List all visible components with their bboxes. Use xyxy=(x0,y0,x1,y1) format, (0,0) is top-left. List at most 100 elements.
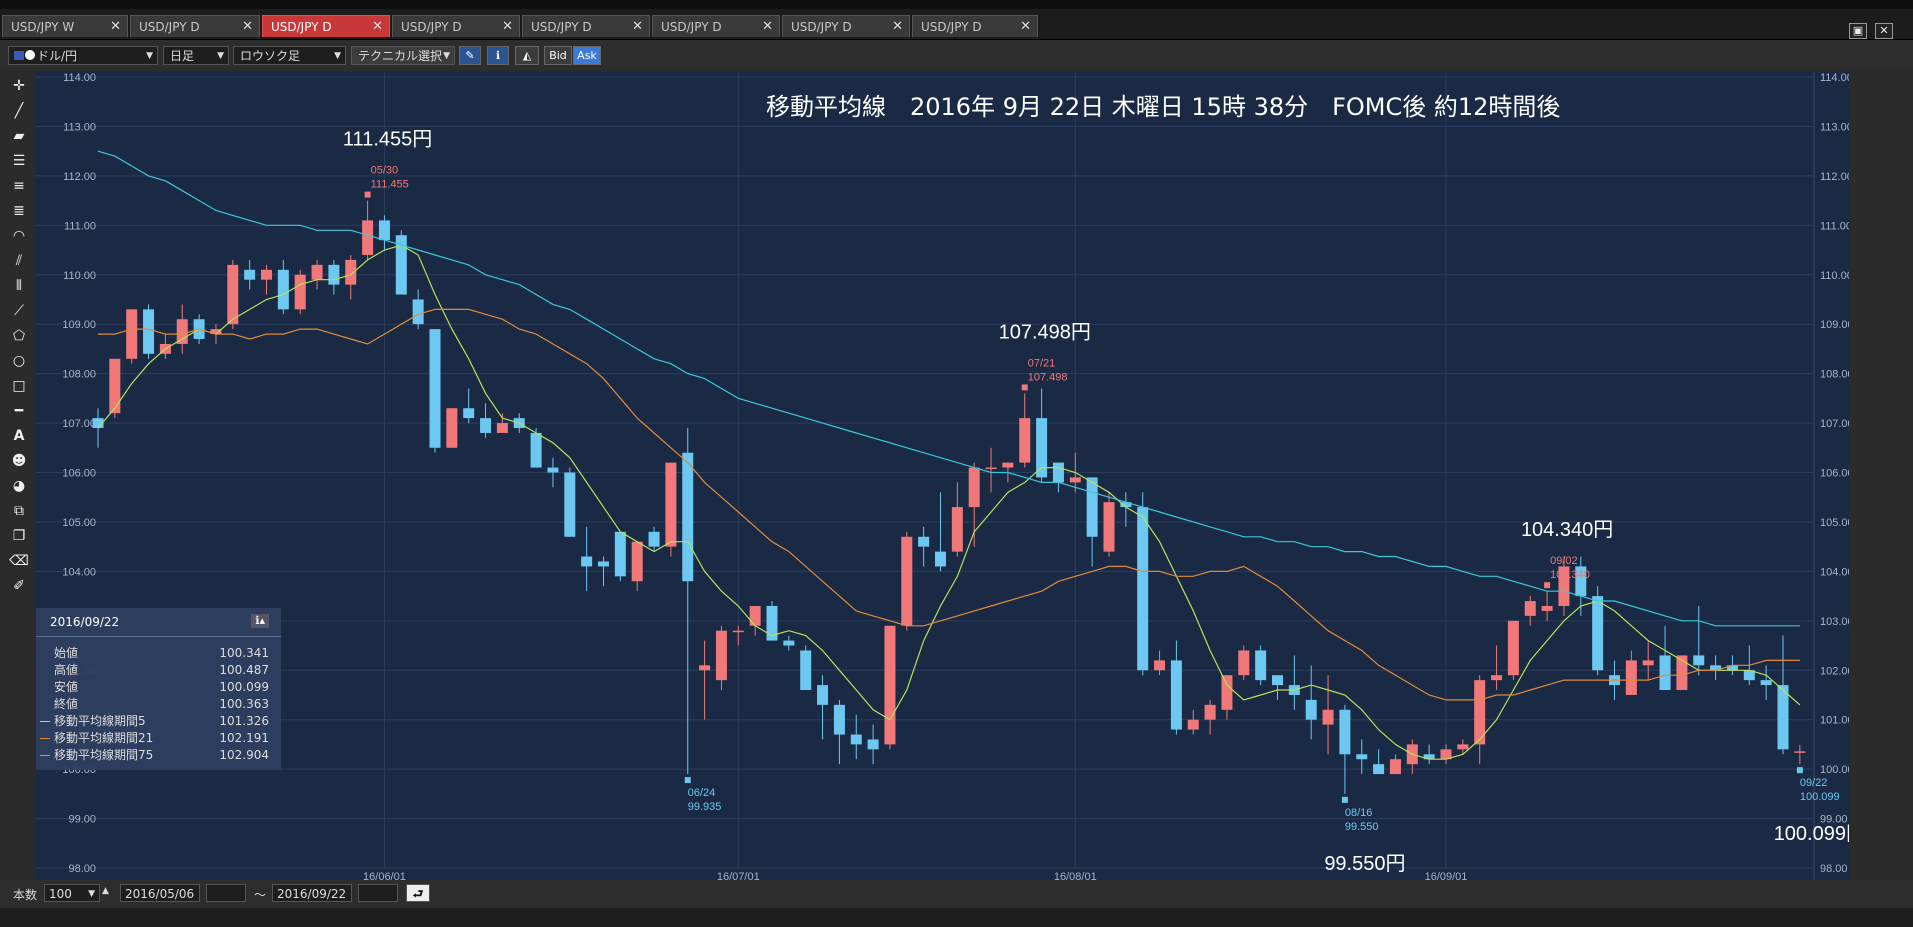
candle-up xyxy=(951,507,963,552)
close-icon[interactable]: ✕ xyxy=(762,16,773,38)
ask-button[interactable]: Ask xyxy=(573,46,601,65)
y-tick-label-right: 105.00 xyxy=(1820,517,1849,529)
candle-up xyxy=(446,408,458,448)
extreme-value-label: 111.455 xyxy=(371,179,409,191)
gann-icon[interactable]: ⟋ xyxy=(9,301,29,321)
trendline-icon[interactable]: ╱ xyxy=(9,101,29,121)
data-row-open: 始値 100.341 xyxy=(36,645,281,662)
close-icon[interactable]: ✕ xyxy=(502,16,513,38)
chart-tab[interactable]: USD/JPY D ✕ xyxy=(130,15,260,37)
candle-down xyxy=(817,685,829,705)
candle-down xyxy=(648,531,660,547)
chart-tab[interactable]: USD/JPY D ✕ xyxy=(522,15,650,37)
fan-icon[interactable]: ⫽ xyxy=(9,251,29,271)
candle-up xyxy=(715,630,727,681)
horizontal-line-icon[interactable]: ☰ xyxy=(9,151,29,171)
start-time-field[interactable] xyxy=(206,884,246,902)
close-window-icon[interactable]: ✕ xyxy=(1875,23,1893,39)
end-date-value: 2016/09/22 xyxy=(277,887,347,901)
chart-title: 移動平均線 2016年 9月 22日 木曜日 15時 38分 FOMC後 約12… xyxy=(766,93,1560,121)
chevron-down-icon[interactable]: ▼ xyxy=(88,885,95,903)
close-icon[interactable]: ✕ xyxy=(632,16,643,38)
line-icon[interactable]: ━ xyxy=(9,401,29,421)
bid-button[interactable]: Bid xyxy=(544,46,572,65)
layers-icon[interactable]: ❐ xyxy=(9,526,29,546)
tab-label: USD/JPY D xyxy=(139,20,200,34)
y-tick-label-right: 111.00 xyxy=(1820,220,1849,232)
chart-tab[interactable]: USD/JPY D ✕ xyxy=(912,15,1038,37)
candle-down xyxy=(1777,685,1789,750)
extreme-date-label: 09/02 xyxy=(1550,555,1578,567)
candle-up xyxy=(496,423,508,433)
eraser-icon[interactable]: ⌫ xyxy=(9,551,29,571)
chart-svg: 114.00 114.00 113.00 113.00 112.00 112.00 111.… xyxy=(36,72,1866,883)
candle-up xyxy=(1794,751,1806,753)
price-chart[interactable]: 114.00 114.00 113.00 113.00 112.00 112.00 111.… xyxy=(36,72,1866,883)
info-icon[interactable]: ℹ xyxy=(487,46,509,65)
y-tick-label-left: 104.00 xyxy=(62,566,96,578)
extreme-marker xyxy=(1796,767,1803,774)
end-date-field[interactable]: 2016/09/22 xyxy=(272,884,352,902)
maximize-icon[interactable]: ▣ xyxy=(1849,23,1867,39)
candle-down xyxy=(850,734,862,745)
close-icon[interactable]: ✕ xyxy=(1020,16,1031,38)
y-tick-label-left: 110.00 xyxy=(63,270,96,282)
candle-down xyxy=(867,739,879,750)
chart-tab-active[interactable]: USD/JPY D ✕ xyxy=(262,15,390,37)
technical-select[interactable]: テクニカル選択 ▼ xyxy=(351,46,455,65)
return-icon[interactable]: ⮐ xyxy=(406,884,430,902)
timeframe-select[interactable]: 日足 ▼ xyxy=(163,46,229,65)
candle-up xyxy=(1322,709,1334,725)
extreme-value-label: 99.935 xyxy=(688,801,722,813)
close-icon[interactable]: ✕ xyxy=(892,16,903,38)
candle-up xyxy=(749,605,761,626)
extreme-price-callout: 99.550円 xyxy=(1324,853,1405,875)
end-time-field[interactable] xyxy=(358,884,398,902)
candle-up xyxy=(884,625,896,745)
extreme-value-label: 99.550 xyxy=(1345,821,1379,833)
extreme-date-label: 09/22 xyxy=(1800,777,1828,789)
candle-down xyxy=(1052,462,1064,483)
vertical-lines-icon[interactable]: ⦀ xyxy=(9,276,29,296)
chart-tab[interactable]: USD/JPY W ✕ xyxy=(2,15,128,37)
chart-tab[interactable]: USD/JPY D ✕ xyxy=(652,15,780,37)
fibonacci-arc-icon[interactable]: ◠ xyxy=(9,226,29,246)
y-tick-label-left: 111.00 xyxy=(64,220,96,232)
close-icon[interactable]: ✕ xyxy=(372,16,383,38)
currency-pair-select[interactable]: ドル/円 ▼ xyxy=(8,46,158,65)
close-icon[interactable]: ✕ xyxy=(242,16,253,38)
pentagon-icon[interactable]: ⬠ xyxy=(9,326,29,346)
spin-up-icon[interactable]: ▲ xyxy=(102,886,109,896)
channel-icon[interactable]: ≣ xyxy=(9,201,29,221)
candle-up xyxy=(126,309,138,359)
delete-all-icon[interactable]: ✐ xyxy=(9,576,29,596)
candle-down xyxy=(935,551,946,567)
emoji-icon[interactable]: ☻ xyxy=(9,451,29,471)
chart-tab[interactable]: USD/JPY D ✕ xyxy=(782,15,910,37)
range-tilde: 〜 xyxy=(254,888,267,902)
text-tool-icon[interactable]: A xyxy=(9,426,29,446)
chart-type-select[interactable]: ロウソク足 ▼ xyxy=(233,46,346,65)
ruler-icon[interactable]: ▰ xyxy=(9,126,29,146)
rectangle-icon[interactable]: □ xyxy=(9,376,29,396)
x-tick-label: 16/07/01 xyxy=(717,871,760,880)
range-bar: 本数 100 ▼ ▲ 2016/05/06 〜 2016/09/22 ⮐ xyxy=(0,880,1913,908)
candle-down xyxy=(1693,655,1705,666)
info-icon[interactable]: ℹ▴ xyxy=(251,614,269,628)
copy-icon[interactable]: ⧉ xyxy=(9,501,29,521)
pencil-icon[interactable]: ✎ xyxy=(459,46,481,65)
close-icon[interactable]: ✕ xyxy=(110,16,121,38)
start-date-field[interactable]: 2016/05/06 xyxy=(120,884,200,902)
circle-icon[interactable]: ○ xyxy=(9,351,29,371)
area-chart-icon[interactable]: ◭ xyxy=(515,46,539,65)
row-label: 始値 xyxy=(54,646,79,660)
chart-tab[interactable]: USD/JPY D ✕ xyxy=(392,15,520,37)
magnet-icon[interactable]: ◕ xyxy=(9,476,29,496)
candle-up xyxy=(1002,462,1014,468)
data-row-low: 安値 100.099 xyxy=(36,679,281,696)
candle-up xyxy=(227,264,239,325)
extreme-price-callout: 100.099円 xyxy=(1774,823,1849,845)
count-input[interactable]: 100 ▼ xyxy=(44,884,100,902)
crosshair-icon[interactable]: ✛ xyxy=(9,76,29,96)
fibonacci-lines-icon[interactable]: ≡ xyxy=(9,176,29,196)
